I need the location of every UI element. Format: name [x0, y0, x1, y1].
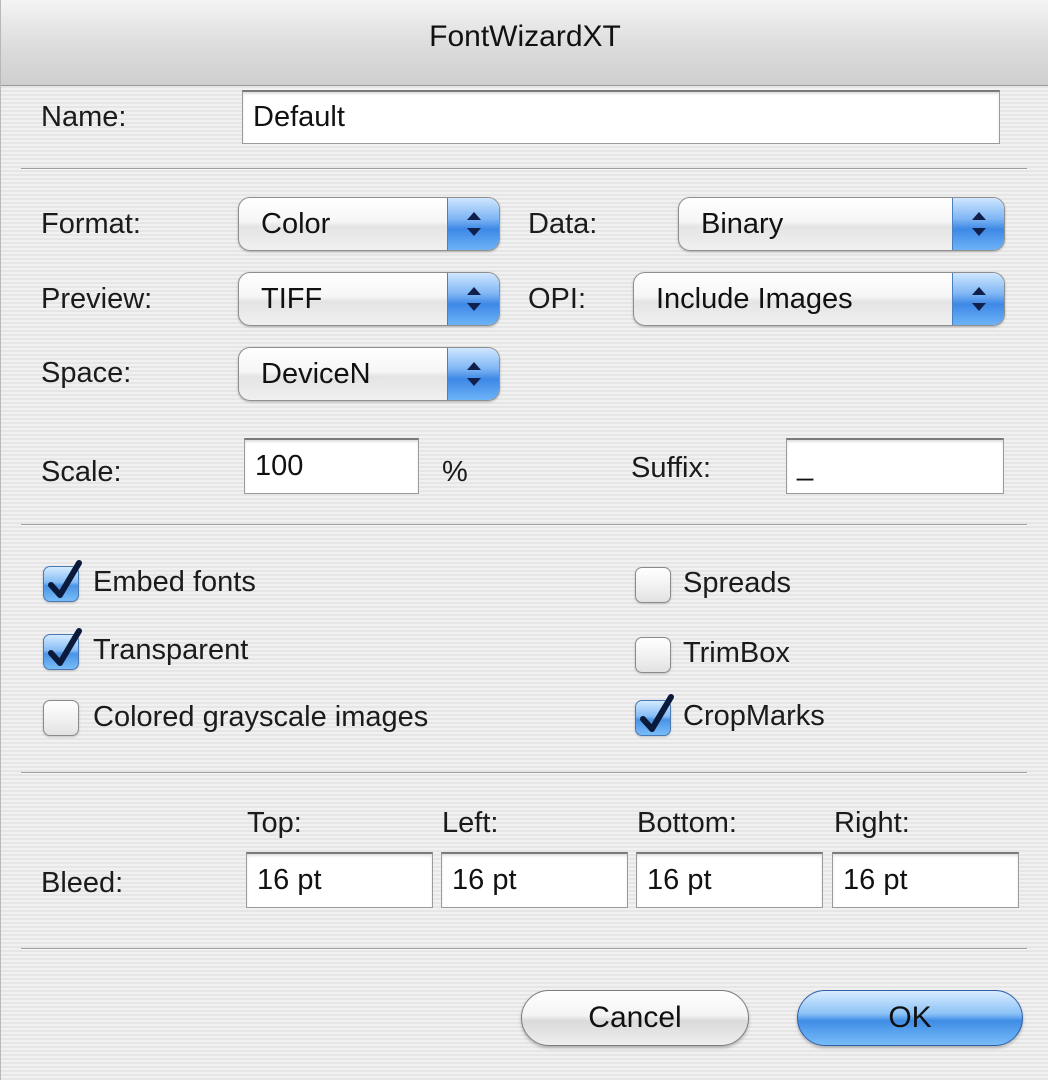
opi-label: OPI: [528, 283, 587, 315]
checkmark-icon [48, 628, 82, 666]
bleed-top-label: Top: [247, 807, 302, 839]
format-popup[interactable]: Color [238, 197, 500, 251]
format-label: Format: [41, 208, 141, 240]
transparent-checkbox[interactable] [43, 628, 82, 670]
title-bar[interactable]: FontWizardXT [1, 0, 1048, 86]
popup-arrows-icon [952, 198, 1004, 250]
trimbox-checkbox[interactable] [635, 637, 671, 673]
checkmark-icon [640, 694, 674, 732]
bleed-right-label: Right: [834, 807, 910, 839]
data-value: Binary [701, 208, 784, 240]
colored-grayscale-checkbox[interactable] [43, 700, 79, 736]
cropmarks-checkbox[interactable] [635, 694, 674, 736]
bleed-bottom-field[interactable]: 16 pt [636, 852, 823, 908]
bleed-right-field[interactable]: 16 pt [832, 852, 1019, 908]
opi-value: Include Images [656, 283, 853, 315]
popup-arrows-icon [447, 198, 499, 250]
trimbox-label[interactable]: TrimBox [683, 637, 790, 670]
bleed-label: Bleed: [41, 867, 124, 899]
embed-fonts-checkbox[interactable] [43, 560, 82, 602]
scale-label: Scale: [41, 456, 122, 488]
window-title: FontWizardXT [429, 20, 621, 53]
checkmark-icon [48, 560, 82, 598]
name-label: Name: [41, 101, 127, 133]
separator [21, 772, 1027, 774]
bleed-left-field[interactable]: 16 pt [441, 852, 628, 908]
bleed-bottom-label: Bottom: [637, 807, 737, 839]
suffix-label: Suffix: [631, 452, 712, 484]
separator [21, 168, 1027, 170]
spreads-checkbox[interactable] [635, 567, 671, 603]
scale-unit: % [442, 456, 468, 488]
transparent-label[interactable]: Transparent [93, 634, 248, 667]
preview-label: Preview: [41, 283, 153, 315]
separator [21, 948, 1027, 950]
name-field[interactable]: Default [242, 90, 1000, 144]
popup-arrows-icon [447, 348, 499, 400]
popup-arrows-icon [952, 273, 1004, 325]
scale-field[interactable]: 100 [244, 438, 419, 494]
separator [21, 524, 1027, 526]
suffix-field[interactable]: _ [786, 438, 1004, 494]
preview-popup[interactable]: TIFF [238, 272, 500, 326]
spreads-label[interactable]: Spreads [683, 567, 791, 600]
colored-grayscale-label[interactable]: Colored grayscale images [93, 701, 428, 734]
embed-fonts-label[interactable]: Embed fonts [93, 566, 256, 599]
bleed-top-field[interactable]: 16 pt [246, 852, 433, 908]
ok-button[interactable]: OK [797, 990, 1023, 1046]
space-popup[interactable]: DeviceN [238, 347, 500, 401]
format-value: Color [261, 208, 331, 240]
data-label: Data: [528, 208, 598, 240]
space-label: Space: [41, 357, 132, 389]
preview-value: TIFF [261, 283, 323, 315]
dialog-window: FontWizardXT Name: Default Format: Color… [0, 0, 1048, 1080]
space-value: DeviceN [261, 358, 371, 390]
bleed-left-label: Left: [442, 807, 499, 839]
opi-popup[interactable]: Include Images [633, 272, 1005, 326]
cropmarks-label[interactable]: CropMarks [683, 700, 825, 733]
cancel-button[interactable]: Cancel [521, 990, 749, 1046]
popup-arrows-icon [447, 273, 499, 325]
data-popup[interactable]: Binary [678, 197, 1005, 251]
